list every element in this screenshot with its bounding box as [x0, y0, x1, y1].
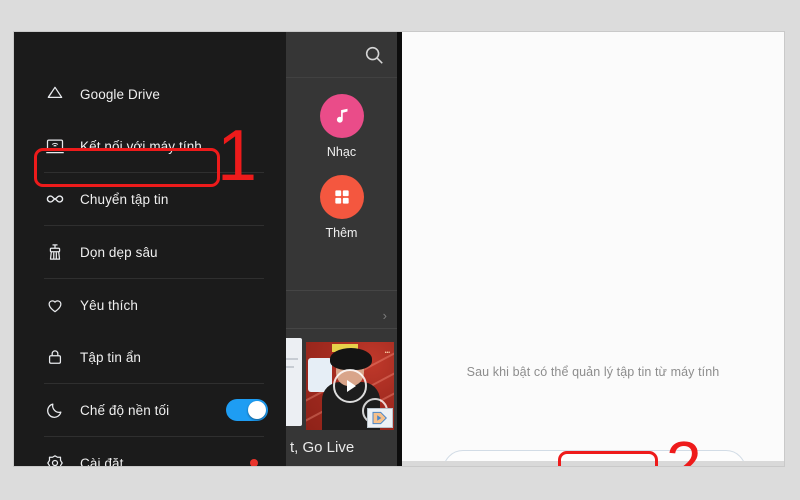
middle-topbar — [286, 32, 397, 77]
middle-tile-label: Thêm — [325, 226, 358, 240]
navigation-drawer: Google Drive Kết nối với máy tính Chuyển… — [14, 32, 286, 466]
computer-wifi-icon — [44, 135, 66, 157]
right-panel: Sau khi bật có thể quản lý tập tin từ má… — [402, 32, 784, 466]
google-drive-icon — [44, 83, 66, 105]
annotation-step-2: 2 — [666, 428, 702, 466]
promo-text: t, Go Live — [290, 439, 355, 456]
adchoices-icon[interactable] — [367, 408, 393, 428]
hint-text: Sau khi bật có thể quản lý tập tin từ má… — [466, 365, 720, 379]
sidebar-item-hidden-files[interactable]: Tập tin ẩn — [14, 331, 286, 383]
chevron-right-icon[interactable]: › — [383, 308, 387, 323]
broom-icon — [44, 241, 66, 263]
middle-divider-2 — [286, 290, 397, 291]
drawer-menu-list: Google Drive Kết nối với máy tính Chuyển… — [14, 32, 286, 466]
sidebar-item-deep-clean[interactable]: Dọn dẹp sâu — [14, 226, 286, 278]
sidebar-item-google-drive[interactable]: Google Drive — [14, 68, 286, 120]
sidebar-item-label: Google Drive — [80, 86, 160, 102]
annotation-step-1: 1 — [217, 116, 258, 196]
sidebar-item-label: Dọn dẹp sâu — [80, 244, 158, 260]
panel-bottom-edge — [402, 461, 784, 466]
sidebar-item-label: Chế độ nền tối — [80, 402, 170, 418]
gear-icon — [44, 452, 66, 466]
card-peek — [286, 338, 302, 426]
sidebar-item-label: Yêu thích — [80, 297, 138, 313]
search-icon[interactable] — [363, 44, 385, 66]
moon-icon — [44, 399, 66, 421]
settings-notification-dot — [250, 459, 258, 466]
heart-icon — [44, 294, 66, 316]
sidebar-item-label: Tập tin ẩn — [80, 349, 142, 365]
middle-tile-more[interactable]: Thêm — [286, 175, 397, 240]
lock-icon — [44, 346, 66, 368]
middle-divider-3 — [286, 328, 397, 329]
play-circle-icon[interactable] — [333, 369, 367, 403]
middle-column: Nhạc Thêm › ••• t, Go Live — [286, 32, 397, 466]
middle-tile-label: Nhạc — [326, 145, 357, 159]
sidebar-item-dark-mode[interactable]: Chế độ nền tối — [14, 384, 286, 436]
panel-divider — [397, 32, 402, 466]
screenshot-root: Nhạc Thêm › ••• t, Go Live Sau khi bật c… — [0, 0, 800, 500]
toggle-knob — [248, 401, 266, 419]
middle-divider — [286, 77, 397, 78]
sidebar-item-favorites[interactable]: Yêu thích — [14, 279, 286, 331]
music-note-icon — [319, 94, 364, 138]
phone-screen: Nhạc Thêm › ••• t, Go Live Sau khi bật c… — [14, 32, 784, 466]
middle-tile-music[interactable]: Nhạc — [286, 94, 397, 159]
sidebar-item-label: Chuyển tập tin — [80, 191, 169, 207]
sidebar-item-label: Cài đặt — [80, 455, 124, 467]
sidebar-item-settings[interactable]: Cài đặt — [14, 437, 286, 466]
dark-mode-toggle[interactable] — [226, 399, 268, 421]
grid-apps-icon — [319, 175, 364, 219]
sidebar-item-label: Kết nối với máy tính — [80, 138, 202, 154]
infinity-icon — [44, 188, 66, 210]
